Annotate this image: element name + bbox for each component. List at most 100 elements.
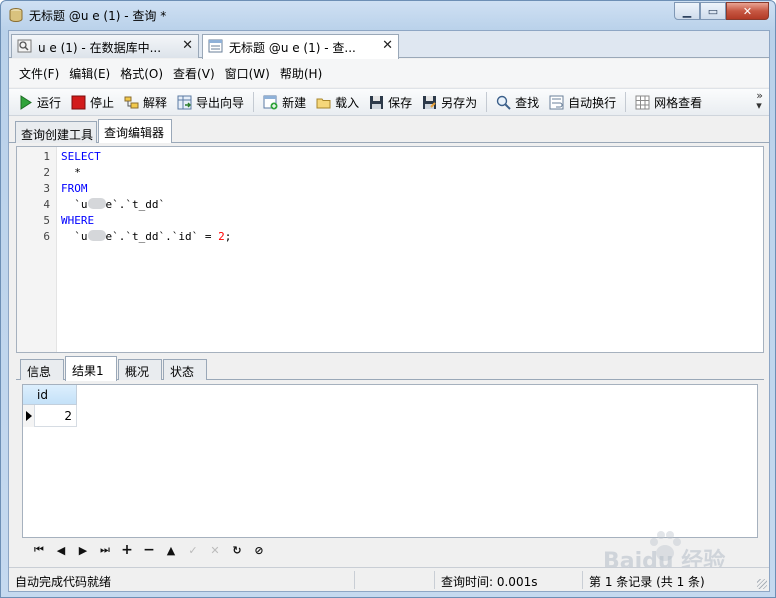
code-line: `u e`.`t_dd`.`id` = 2; [61,230,231,243]
export-icon [177,95,192,109]
find-label: 查找 [515,95,540,110]
line-number-gutter: 1 2 3 4 5 6 [17,147,57,352]
column-header-label: id [37,388,48,402]
doc-tab-label: u e (1) - 在数据库中... [38,41,162,55]
folder-icon [316,98,331,108]
toolbar-separator [625,92,627,112]
app-icon [9,8,23,23]
stop-loading-button[interactable]: ⊘ [248,541,270,559]
result-grid[interactable]: id 2 [22,384,758,538]
explain-button[interactable]: 解释 [119,91,172,113]
menu-view[interactable]: 查看(V) [168,65,220,82]
window-title: 无标题 @u e (1) - 查询 * [29,9,167,23]
doc-tab-query[interactable]: 无标题 @u e (1) - 查... ✕ [202,34,399,59]
status-bar: 自动完成代码就绪 查询时间: 0.001s 第 1 条记录 (共 1 条) [9,567,769,591]
toolbar-separator [486,92,488,112]
export-label: 导出向导 [196,95,245,110]
delete-record-button[interactable]: − [138,541,160,559]
menu-format[interactable]: 格式(O) [115,65,168,82]
save-button[interactable]: 保存 [364,91,417,113]
code-line: SELECT [61,150,101,163]
tab-info[interactable]: 信息 [20,359,64,380]
toolbar-separator [253,92,255,112]
menu-edit[interactable]: 编辑(E) [64,65,115,82]
menu-help[interactable]: 帮助(H) [275,65,327,82]
next-record-button[interactable]: ▶ [72,541,94,559]
line-number: 5 [43,214,50,227]
line-number: 6 [43,230,50,243]
status-spacer [355,571,435,589]
close-tab-icon[interactable]: ✕ [382,38,393,53]
search-db-icon [17,39,32,53]
title-bar: 无标题 @u e (1) - 查询 * ▁ ▭ ✕ [1,1,775,29]
status-message: 自动完成代码就绪 [9,571,355,589]
code-token: `u [61,230,88,243]
code-number: 2 [218,230,225,243]
play-icon [20,94,32,110]
close-window-button[interactable]: ✕ [726,2,769,20]
line-number: 4 [43,198,50,211]
maximize-button[interactable]: ▭ [700,2,726,20]
editor-mode-tabs: 查询创建工具 查询编辑器 [9,117,769,143]
tab-query-builder[interactable]: 查询创建工具 [15,121,97,143]
app-window: 无标题 @u e (1) - 查询 * ▁ ▭ ✕ u e (1) - 在数据库… [0,0,776,598]
status-record-count: 第 1 条记录 (共 1 条) [589,575,705,589]
toolbar: 运行 停止 解释 导出向导 新建 载入 保存 另存为 查找 自动换行 网格查看 … [9,88,769,116]
load-button[interactable]: 载入 [311,91,364,113]
wrap-label: 自动换行 [568,95,617,110]
doc-tab-search-in-db[interactable]: u e (1) - 在数据库中... ✕ [11,34,199,58]
run-button[interactable]: 运行 [13,91,66,113]
apply-changes-button[interactable]: ✓ [182,541,204,559]
client-area: u e (1) - 在数据库中... ✕ 无标题 @u e (1) - 查...… [8,30,770,592]
new-query-icon [263,95,278,109]
grid-cell-id[interactable]: 2 [35,405,77,427]
code-line: `u e`.`t_dd` [61,198,165,211]
doc-tab-label: 无标题 @u e (1) - 查... [229,41,356,55]
save-as-button[interactable]: 另存为 [417,91,482,113]
status-query-time: 查询时间: 0.001s [435,571,583,589]
stop-icon [71,95,86,109]
export-wizard-button[interactable]: 导出向导 [172,91,249,113]
sql-editor[interactable]: 1 2 3 4 5 6 SELECT * FROM `u e`.`t_dd` WH… [16,146,764,353]
resize-grip[interactable] [757,579,767,589]
explain-icon [124,96,139,108]
line-number: 1 [43,150,50,163]
code-line: * [61,166,81,179]
find-button[interactable]: 查找 [491,91,544,113]
run-label: 运行 [37,95,62,110]
edit-record-button[interactable]: ▲ [160,541,182,559]
last-record-button[interactable]: ⏭ [94,541,116,559]
row-indicator[interactable] [23,405,35,427]
first-record-button[interactable]: ⏮ [28,541,50,559]
toolbar-overflow-icon[interactable]: » ▾ [756,90,763,111]
tab-status[interactable]: 状态 [163,359,207,380]
minimize-button[interactable]: ▁ [674,2,700,20]
save-as-label: 另存为 [441,95,478,110]
line-number: 2 [43,166,50,179]
new-button[interactable]: 新建 [258,91,311,113]
tab-result1[interactable]: 结果1 [65,356,117,381]
code-token: ; [224,230,232,243]
tab-query-editor[interactable]: 查询编辑器 [98,119,172,143]
stop-button[interactable]: 停止 [66,91,119,113]
line-number: 3 [43,182,50,195]
menu-file[interactable]: 文件(F) [14,65,64,82]
tab-profile[interactable]: 概况 [118,359,162,380]
add-record-button[interactable]: + [116,541,138,559]
save-label: 保存 [388,95,413,110]
word-wrap-button[interactable]: 自动换行 [544,91,621,113]
column-header-id[interactable]: id [23,385,77,405]
discard-changes-button[interactable]: ✕ [204,541,226,559]
redacted-blur [87,198,106,209]
menu-window[interactable]: 窗口(W) [220,65,275,82]
prev-record-button[interactable]: ◀ [50,541,72,559]
explain-label: 解释 [143,95,168,110]
refresh-button[interactable]: ↻ [226,541,248,559]
close-tab-icon[interactable]: ✕ [182,38,193,53]
redacted-blur [87,230,106,241]
save-icon [370,95,384,109]
search-icon [496,95,511,110]
menu-bar: 文件(F) 编辑(E) 格式(O) 查看(V) 窗口(W) 帮助(H) [9,59,769,87]
query-icon [208,39,223,53]
grid-view-button[interactable]: 网格查看 [630,91,707,113]
